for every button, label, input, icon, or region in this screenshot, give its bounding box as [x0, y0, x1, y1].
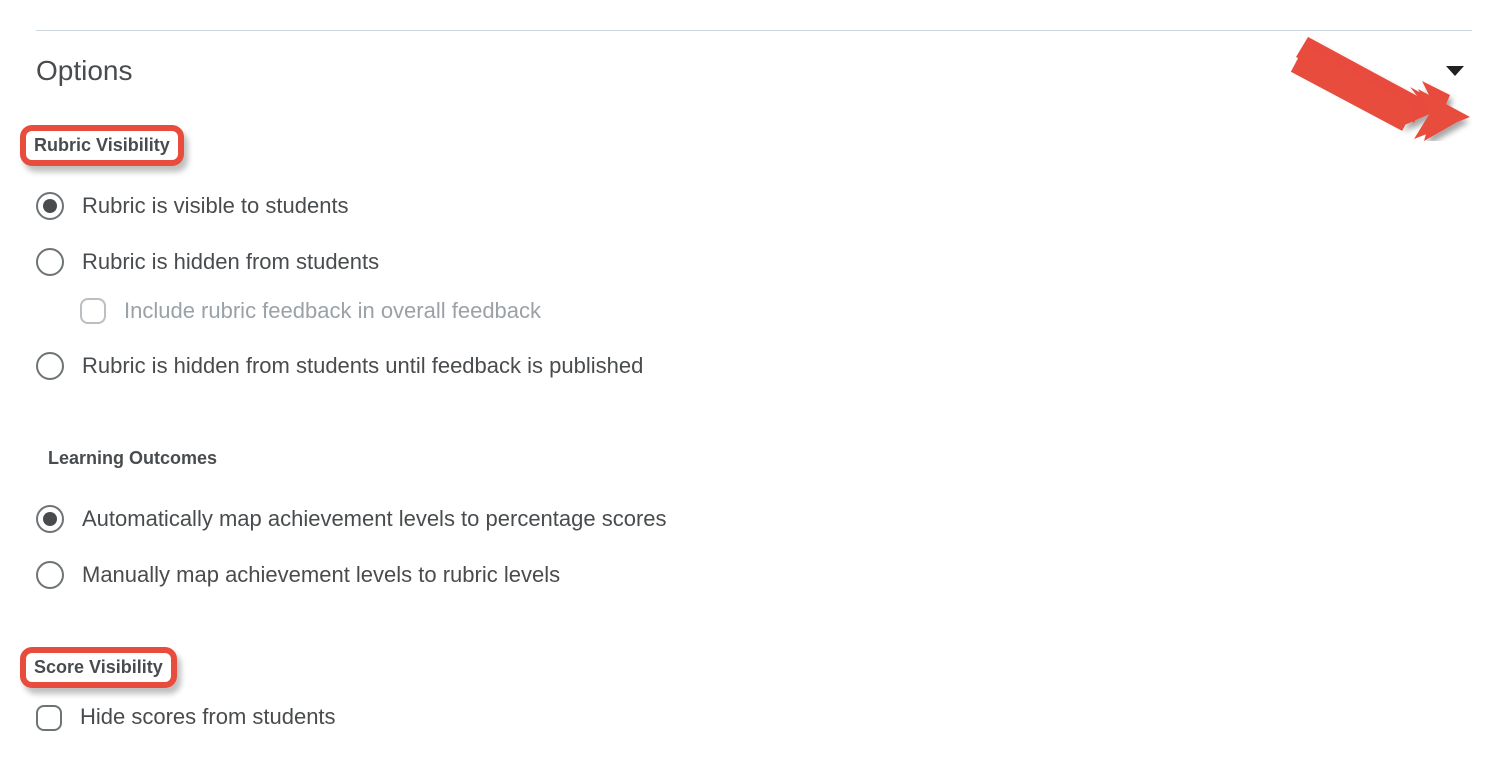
radio-manual-map[interactable] — [36, 561, 64, 589]
checkbox-label: Hide scores from students — [80, 704, 336, 730]
radio-label: Rubric is hidden from students — [82, 249, 379, 275]
radio-label: Automatically map achievement levels to … — [82, 506, 667, 532]
radio-rubric-hidden[interactable] — [36, 248, 64, 276]
radio-label: Rubric is hidden from students until fee… — [82, 353, 643, 379]
radio-rubric-hidden-until-published[interactable] — [36, 352, 64, 380]
radio-label: Rubric is visible to students — [82, 193, 349, 219]
options-heading: Options — [36, 55, 133, 87]
group-label-score-visibility: Score Visibility — [22, 649, 175, 686]
checkbox-include-feedback — [80, 298, 106, 324]
annotation-highlight-rubric-visibility: Rubric Visibility — [22, 127, 182, 164]
radio-label: Manually map achievement levels to rubri… — [82, 562, 560, 588]
collapse-caret-icon[interactable] — [1446, 66, 1464, 76]
checkbox-hide-scores[interactable] — [36, 705, 62, 731]
divider — [36, 30, 1472, 31]
group-label-rubric-visibility: Rubric Visibility — [22, 127, 182, 164]
group-label-learning-outcomes: Learning Outcomes — [36, 440, 229, 477]
radio-rubric-visible[interactable] — [36, 192, 64, 220]
radio-auto-map[interactable] — [36, 505, 64, 533]
annotation-highlight-score-visibility: Score Visibility — [22, 649, 175, 686]
checkbox-label: Include rubric feedback in overall feedb… — [124, 298, 541, 324]
annotation-arrow-icon — [1118, 31, 1478, 141]
